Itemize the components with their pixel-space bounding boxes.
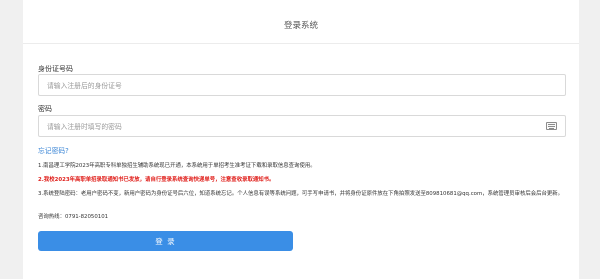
keyboard-icon[interactable] [546,122,557,130]
id-number-placeholder: 请输入注册后的身份证号 [47,82,122,90]
hotline-text: 咨询热线：0791-82050101 [38,214,109,220]
notice-2: 2.我校2023年高职单招录取通知书已发放，请自行登录系统查询快递单号，注意查收… [38,177,275,183]
password-field[interactable]: 请输入注册时填写的密码 [38,115,566,137]
password-placeholder: 请输入注册时填写的密码 [47,123,122,131]
notice-3: 3.系统登陆密码：老用户密码不变，新用户密码为身份证号后六位，知道系统忘记。个人… [38,191,564,197]
password-label: 密码 [38,105,52,113]
page-title: 登录系统 [283,21,318,31]
id-number-field[interactable]: 请输入注册后的身份证号 [38,74,566,96]
login-button[interactable]: 登 录 [38,231,293,251]
forgot-password-link[interactable]: 忘记密码? [38,145,69,155]
title-divider [23,43,579,44]
id-number-label: 身份证号码 [38,65,73,73]
notice-1: 1.南昌理工学院2023年高职专科单独招生辅助系统现已开通，本系统用于单招考生准… [38,163,316,169]
login-card: 登录系统 身份证号码 请输入注册后的身份证号 密码 请输入注册时填写的密码 忘记… [23,0,579,279]
